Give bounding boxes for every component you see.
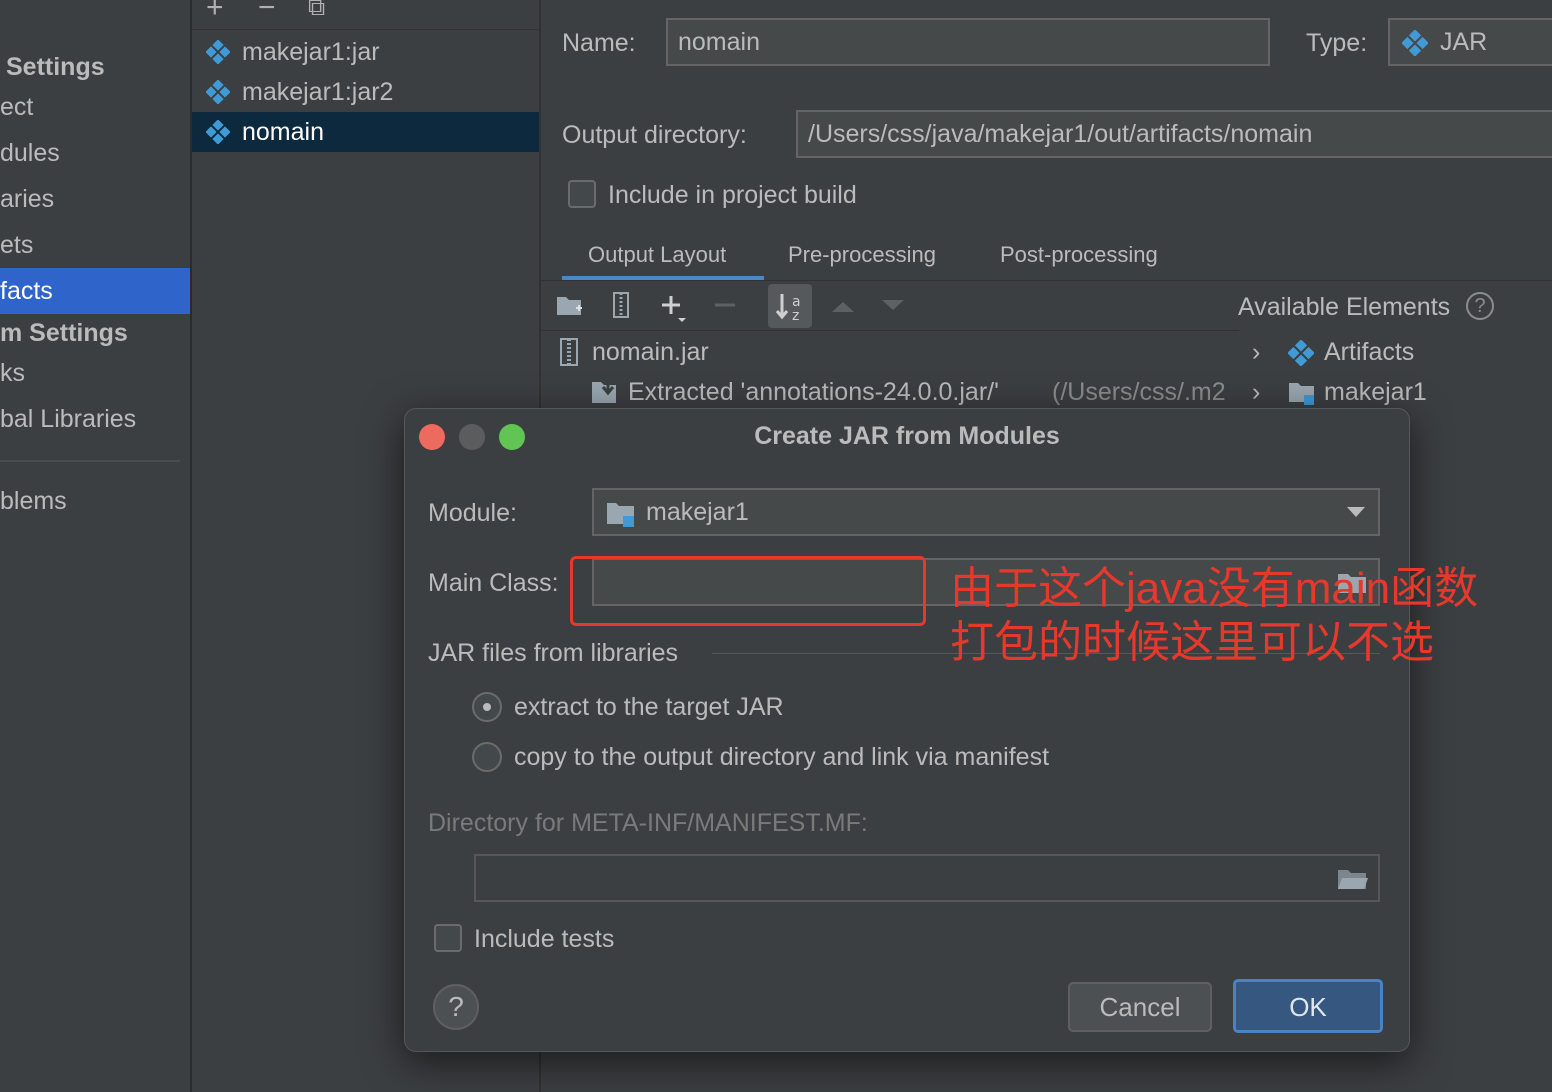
create-archive-icon[interactable] — [604, 290, 638, 324]
move-down-icon[interactable] — [876, 290, 910, 324]
layout-tree-child-label: Extracted 'annotations-24.0.0.jar/' — [628, 378, 999, 406]
artifact-item-label: makejar1:jar — [242, 38, 380, 66]
remove-artifact-icon[interactable]: − — [258, 0, 276, 23]
include-in-build-checkbox[interactable] — [568, 180, 596, 208]
artifact-item-makejar1-jar2[interactable]: makejar1:jar2 — [192, 72, 540, 112]
artifact-icon — [206, 120, 230, 144]
remove-element-icon[interactable] — [708, 290, 742, 324]
artifact-item-label: nomain — [242, 118, 324, 146]
add-artifact-icon[interactable]: + — [206, 0, 224, 23]
available-item-label: makejar1 — [1324, 378, 1427, 406]
type-select[interactable]: JAR — [1388, 18, 1552, 66]
include-in-build-label: Include in project build — [608, 181, 857, 209]
dialog-help-button[interactable]: ? — [433, 984, 479, 1030]
manifest-directory-label: Directory for META-INF/MANIFEST.MF: — [428, 809, 868, 837]
ok-button[interactable]: OK — [1233, 979, 1383, 1033]
dialog-title: Create JAR from Modules — [754, 422, 1060, 450]
nav-divider — [0, 460, 180, 462]
jar-archive-icon — [560, 338, 578, 366]
name-field[interactable]: nomain — [666, 18, 1270, 66]
nav-item-modules[interactable]: dules — [0, 130, 60, 176]
jar-artifact-icon — [1402, 30, 1428, 56]
copy-link-radio-label: copy to the output directory and link vi… — [514, 743, 1050, 771]
artifact-item-label: makejar1:jar2 — [242, 78, 394, 106]
include-tests-checkbox[interactable] — [434, 924, 462, 952]
tab-output-layout[interactable]: Output Layout — [588, 230, 726, 280]
cancel-button[interactable]: Cancel — [1068, 982, 1212, 1032]
nav-item-artifacts[interactable]: facts — [0, 268, 191, 314]
tab-post-processing[interactable]: Post-processing — [1000, 230, 1158, 280]
move-up-icon[interactable] — [826, 290, 860, 324]
layout-tree-child[interactable]: Extracted 'annotations-24.0.0.jar/' (/Us… — [590, 372, 1238, 412]
artifact-item-nomain[interactable]: nomain — [192, 112, 540, 152]
available-elements-label: Available Elements — [1238, 293, 1451, 321]
new-directory-icon[interactable] — [552, 290, 586, 324]
output-directory-field[interactable]: /Users/css/java/makejar1/out/artifacts/n… — [796, 110, 1552, 158]
chevron-right-icon: › — [1252, 338, 1261, 366]
tab-pre-processing[interactable]: Pre-processing — [788, 230, 936, 280]
artifacts-icon — [1288, 340, 1314, 366]
artifact-icon — [206, 40, 230, 64]
browse-folder-icon[interactable] — [1336, 866, 1370, 892]
copy-artifact-icon[interactable]: ⧉ — [308, 0, 325, 20]
extract-radio[interactable] — [472, 692, 502, 722]
jar-files-group-label: JAR files from libraries — [428, 639, 679, 667]
type-label: Type: — [1306, 29, 1368, 57]
available-item-label: Artifacts — [1324, 338, 1415, 366]
layout-tree-child-path: (/Users/css/.m2 — [1052, 378, 1226, 406]
type-value: JAR — [1440, 28, 1488, 56]
chevron-right-icon: › — [1252, 378, 1261, 406]
radio-selected-dot — [483, 703, 491, 711]
nav-item-project[interactable]: ect — [0, 84, 33, 130]
nav-item-facets[interactable]: ets — [0, 222, 33, 268]
add-copy-of-icon[interactable] — [656, 290, 690, 324]
artifact-icon — [206, 80, 230, 104]
main-class-label: Main Class: — [428, 569, 559, 597]
nav-item-libraries[interactable]: aries — [0, 176, 54, 222]
nav-item-problems[interactable]: blems — [0, 478, 67, 524]
manifest-directory-field[interactable] — [474, 854, 1380, 902]
module-folder-icon — [607, 503, 634, 527]
copy-link-radio[interactable] — [472, 742, 502, 772]
module-value: makejar1 — [646, 498, 749, 526]
help-icon[interactable]: ? — [1466, 292, 1494, 320]
sort-alpha-icon: a z — [775, 294, 801, 324]
module-select[interactable]: makejar1 — [592, 488, 1380, 536]
nav-item-global-libraries[interactable]: bal Libraries — [0, 396, 136, 442]
module-folder-icon — [1289, 383, 1314, 405]
module-label: Module: — [428, 499, 517, 527]
nav-item-sdks[interactable]: ks — [0, 350, 25, 396]
artifact-item-makejar1-jar[interactable]: makejar1:jar — [192, 32, 540, 72]
include-tests-label: Include tests — [474, 925, 615, 953]
extract-radio-label: extract to the target JAR — [514, 693, 784, 721]
svg-text:z: z — [792, 308, 799, 324]
settings-nav: Settings ect dules aries ets facts m Set… — [0, 0, 191, 1092]
chevron-down-icon — [1347, 507, 1365, 517]
output-directory-label: Output directory: — [562, 121, 747, 149]
layout-tree-root-label: nomain.jar — [592, 338, 709, 366]
artifact-list-toolbar: + − ⧉ — [192, 0, 540, 30]
sort-elements-button[interactable]: a z — [768, 284, 812, 328]
annotation-highlight-box — [570, 556, 926, 626]
extracted-directory-icon — [592, 380, 616, 403]
name-label: Name: — [562, 29, 636, 57]
annotation-text-line2: 打包的时候这里可以不选 — [950, 618, 1434, 667]
